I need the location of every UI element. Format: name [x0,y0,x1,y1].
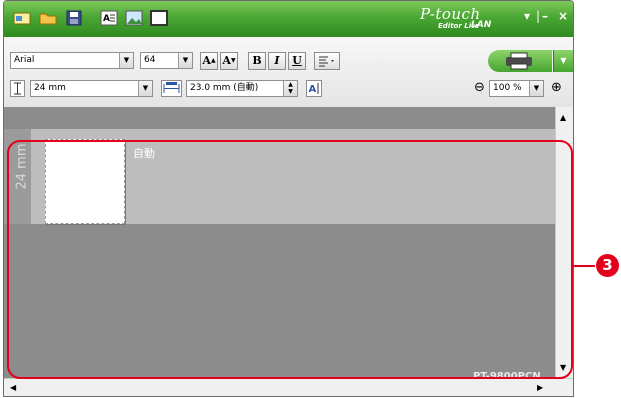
open-icon[interactable] [37,8,59,28]
minimize-button[interactable]: – [542,9,548,23]
font-size-select[interactable]: 64 ▼ [140,52,193,69]
underline-button[interactable]: U [288,52,306,70]
chevron-down-icon[interactable]: ▼ [119,53,133,68]
svg-text:A: A [309,84,317,95]
chevron-down-icon[interactable]: ▼ [138,81,152,96]
zoom-select[interactable]: 100 % ▼ [489,80,544,97]
menu-dropdown-icon[interactable]: ▾ [524,9,530,23]
align-button[interactable] [314,52,340,70]
scroll-right-icon[interactable]: ▶ [537,383,543,392]
tape-width-select[interactable]: 24 mm ▼ [30,80,153,97]
brand-lan: LAN [471,20,492,30]
new-label-icon[interactable] [11,8,33,28]
tape-width-icon [10,80,25,97]
shrink-font-button[interactable]: A▼ [220,52,238,70]
print-button[interactable] [488,50,552,72]
callout-leader [573,265,595,267]
grow-font-button[interactable]: A▲ [200,52,218,70]
label-length-icon [161,80,182,97]
tape-width-value: 24 mm [34,83,66,93]
auto-fit-button[interactable]: A [306,80,322,97]
font-value: Arial [14,55,35,65]
zoom-out-icon[interactable]: ⊖ [474,81,485,95]
print-options-dropdown[interactable]: ▼ [553,50,573,72]
grow-font-label: A [202,54,211,67]
label-length-field[interactable]: 23.0 mm (自動) ▲ ▼ [186,80,298,97]
image-icon[interactable] [123,8,145,28]
chevron-down-icon[interactable]: ▼ [178,53,192,68]
bold-button[interactable]: B [248,52,266,70]
zoom-in-icon[interactable]: ⊕ [551,81,562,95]
callout-number: 3 [596,254,619,277]
scroll-up-icon[interactable]: ▲ [560,113,566,122]
scroll-left-icon[interactable]: ◀ [10,383,16,392]
text-icon[interactable]: A [98,8,120,28]
zoom-value: 100 % [493,83,522,93]
italic-button[interactable]: I [268,52,286,70]
horizontal-scrollbar[interactable]: ◀ ▶ [4,378,573,396]
frame-icon[interactable] [148,8,170,28]
canvas-top-margin [4,107,555,129]
spin-stepper[interactable]: ▲ ▼ [283,81,297,96]
app-logo: P-touch Editor Lite LAN [408,5,518,35]
font-select[interactable]: Arial ▼ [10,52,134,69]
chevron-down-icon[interactable]: ▼ [529,81,543,96]
title-bar: A P-touch Editor Lite LAN ▾ | – × [4,1,573,37]
svg-text:A: A [103,14,110,24]
label-length-value: 23.0 mm (自動) [190,83,259,93]
save-icon[interactable] [63,8,85,28]
font-size-value: 64 [144,55,156,65]
property-toolbar: Arial ▼ 64 ▼ A▲ A▼ B I U ▼ 24 mm ▼ 23.0 [4,37,573,108]
shrink-font-label: A [222,54,231,67]
callout-frame [7,140,573,379]
title-separator: | [536,9,541,23]
close-button[interactable]: × [558,9,568,23]
